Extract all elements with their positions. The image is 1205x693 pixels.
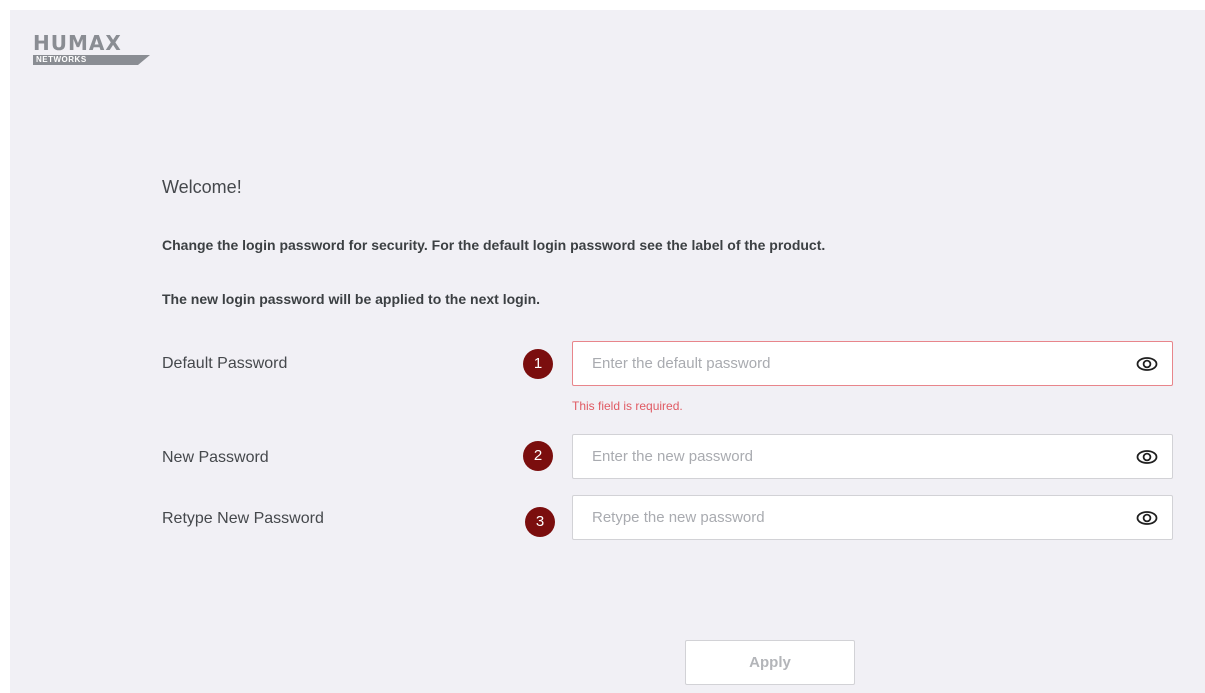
retype-password-input[interactable]: [592, 496, 1122, 539]
logo-subtitle: NETWORKS: [36, 55, 87, 64]
retype-password-field: [572, 495, 1173, 540]
eye-icon[interactable]: [1136, 447, 1158, 467]
logo-wordmark: HUMAX: [33, 31, 122, 55]
default-password-field: [572, 341, 1173, 386]
welcome-heading: Welcome!: [162, 177, 242, 197]
new-password-label: New Password: [162, 449, 269, 466]
step-badge-1: 1: [523, 349, 553, 379]
step-badge-2: 2: [523, 441, 553, 471]
eye-icon[interactable]: [1136, 354, 1158, 374]
default-password-label: Default Password: [162, 355, 288, 372]
description-line-1: Change the login password for security. …: [162, 237, 826, 253]
new-password-input[interactable]: [592, 435, 1122, 478]
eye-icon[interactable]: [1136, 508, 1158, 528]
retype-password-label: Retype New Password: [162, 510, 324, 527]
default-password-input[interactable]: [592, 342, 1122, 385]
login-page: HUMAX NETWORKS Welcome! Change the login…: [10, 10, 1205, 693]
new-password-field: [572, 434, 1173, 479]
step-badge-3: 3: [525, 507, 555, 537]
description-line-2: The new login password will be applied t…: [162, 291, 541, 307]
humax-logo: HUMAX NETWORKS: [33, 32, 153, 72]
apply-button[interactable]: Apply: [685, 640, 855, 685]
default-password-error: This field is required.: [572, 399, 683, 413]
